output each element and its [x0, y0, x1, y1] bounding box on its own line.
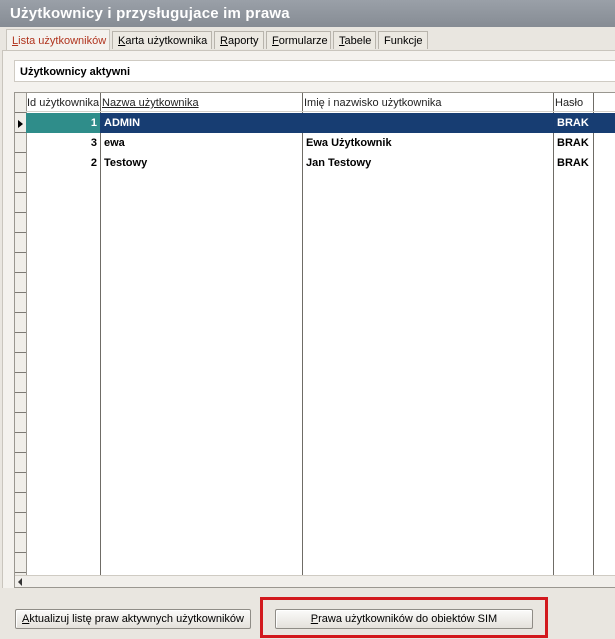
scroll-left-arrow-icon[interactable] [18, 578, 22, 586]
column-header-name[interactable]: Nazwa użytkownika [102, 94, 300, 112]
row-indicator-line [15, 412, 26, 413]
table-row[interactable]: 1 ADMIN BRAK [26, 113, 615, 133]
row-indicator-line [15, 512, 26, 513]
cell-password: BRAK [557, 137, 589, 149]
tab-formularze[interactable]: Formularze [266, 31, 331, 49]
column-header-full-name[interactable]: Imię i nazwisko użytkownika [304, 94, 551, 112]
cell-id: 3 [90, 137, 97, 149]
current-row-pointer-icon [18, 120, 23, 128]
row-indicator-line [15, 432, 26, 433]
users-grid[interactable]: Id użytkownika Nazwa użytkownika Imię i … [14, 92, 615, 588]
row-indicator-line [15, 112, 26, 113]
cell-full-name: Jan Testowy [306, 157, 372, 169]
row-indicator-line [15, 392, 26, 393]
column-header-id[interactable]: Id użytkownika [27, 94, 99, 112]
row-indicator-line [15, 532, 26, 533]
cell-full-name [306, 113, 553, 133]
table-row[interactable]: 3 ewa Ewa Użytkownik BRAK [26, 133, 615, 153]
row-indicator-line [15, 252, 26, 253]
row-indicator-line [15, 172, 26, 173]
row-indicator-line [15, 552, 26, 553]
table-row[interactable]: 2 Testowy Jan Testowy BRAK [26, 153, 615, 173]
cell-id: 1 [26, 113, 100, 133]
cell-full-name: Ewa Użytkownik [306, 137, 392, 149]
tab-karta-uzytkownika[interactable]: Karta użytkownika [112, 31, 212, 49]
row-indicator-line [15, 472, 26, 473]
cell-password: BRAK [557, 117, 589, 129]
row-indicator-line [15, 312, 26, 313]
row-indicator-line [15, 452, 26, 453]
row-indicator-line [15, 492, 26, 493]
tab-tabele[interactable]: Tabele [333, 31, 376, 49]
tab-lista-uzytkownikow[interactable]: Lista użytkowników [6, 29, 110, 50]
column-header-password[interactable]: Hasło [555, 94, 591, 112]
row-indicator-line [15, 132, 26, 133]
cell-name: ADMIN [104, 117, 141, 129]
window-title: Użytkownicy i przysługujace im prawa [0, 0, 615, 27]
row-indicator-line [15, 372, 26, 373]
row-indicator-line [15, 212, 26, 213]
row-indicator-line [15, 192, 26, 193]
cell-id: 2 [90, 157, 97, 169]
cell-password: BRAK [557, 157, 589, 169]
cell-name: Testowy [104, 157, 148, 169]
tab-raporty[interactable]: Raporty [214, 31, 264, 49]
section-title: Użytkownicy aktywni [14, 60, 615, 82]
cell-name: ewa [104, 137, 125, 149]
row-indicator-line [15, 292, 26, 293]
row-indicator-line [15, 352, 26, 353]
update-rights-button[interactable]: Aktualizuj listę praw aktywnych użytkown… [15, 609, 251, 629]
row-indicator-line [15, 572, 26, 573]
row-indicator-line [15, 272, 26, 273]
row-indicator-line [15, 332, 26, 333]
highlight-box [260, 597, 548, 638]
row-indicator-line [15, 152, 26, 153]
horizontal-scrollbar[interactable] [15, 575, 615, 587]
row-indicator-line [15, 232, 26, 233]
tab-funkcje[interactable]: Funkcje [378, 31, 428, 49]
